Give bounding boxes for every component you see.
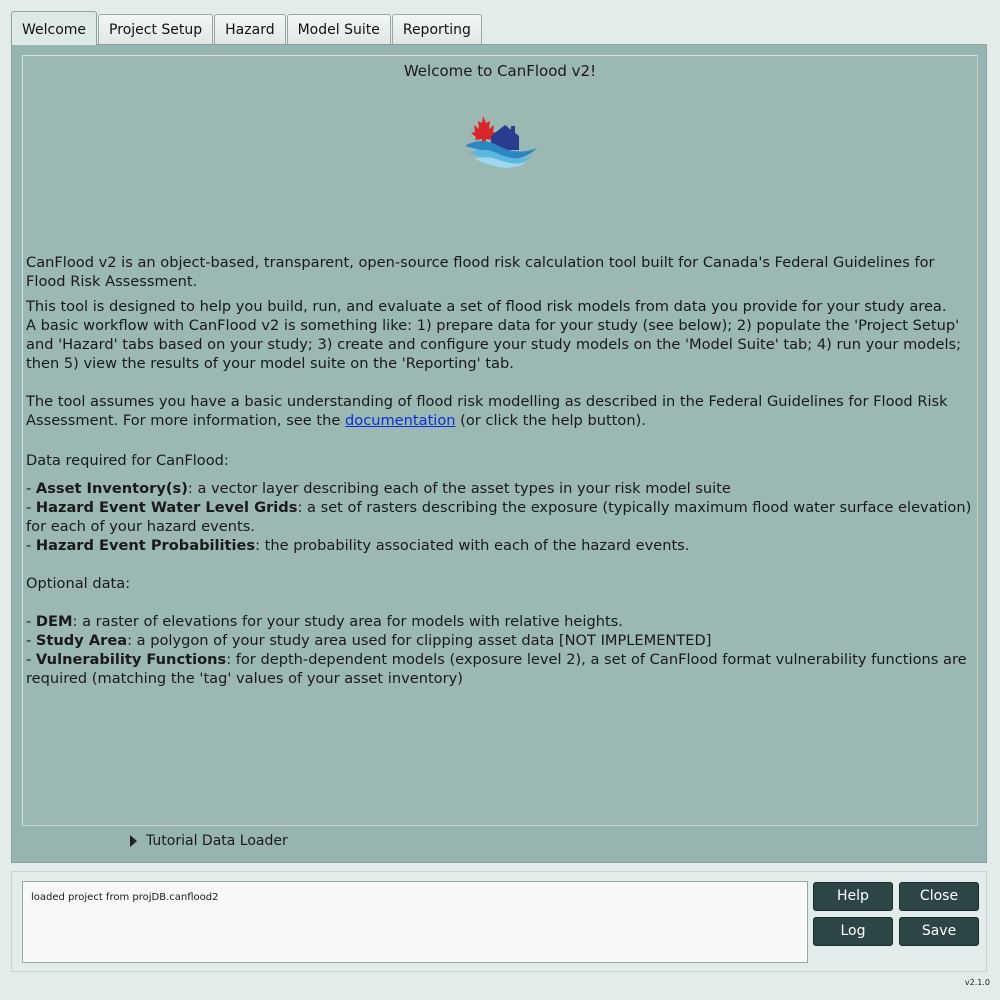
log-button[interactable]: Log <box>813 917 893 946</box>
save-button[interactable]: Save <box>899 917 979 946</box>
optional-heading: Optional data: <box>26 575 131 592</box>
tutorial-data-loader-label: Tutorial Data Loader <box>146 833 288 849</box>
tab-project-setup[interactable]: Project Setup <box>98 14 214 45</box>
optional-item-vulnerability-functions: - Vulnerability Functions: for depth-dep… <box>26 651 967 687</box>
optional-item-study-area: - Study Area: a polygon of your study ar… <box>26 632 712 649</box>
required-item-probabilities: - Hazard Event Probabilities: the probab… <box>26 537 690 554</box>
intro-paragraph: CanFlood v2 is an object-based, transpar… <box>26 254 935 290</box>
purpose-paragraph: This tool is designed to help you build,… <box>26 298 947 315</box>
log-textbox[interactable]: loaded project from projDB.canflood2 <box>22 881 808 963</box>
welcome-title: Welcome to CanFlood v2! <box>403 62 597 80</box>
tab-reporting[interactable]: Reporting <box>391 14 482 45</box>
optional-item-dem: - DEM: a raster of elevations for your s… <box>26 613 623 630</box>
bottom-panel: loaded project from projDB.canflood2 Hel… <box>11 871 987 972</box>
welcome-content[interactable]: Welcome to CanFlood v2! CanFlood v2 is a… <box>22 55 978 826</box>
tab-bar: Welcome Project Setup Hazard Model Suite… <box>11 11 483 45</box>
tab-hazard[interactable]: Hazard <box>214 14 286 45</box>
welcome-tab-panel: Welcome to CanFlood v2! CanFlood v2 is a… <box>11 44 987 863</box>
tab-model-suite[interactable]: Model Suite <box>286 14 391 45</box>
tab-welcome[interactable]: Welcome <box>11 11 98 45</box>
required-item-asset-inventory: - Asset Inventory(s): a vector layer des… <box>26 480 731 497</box>
assumptions-paragraph: The tool assumes you have a basic unders… <box>26 393 948 429</box>
required-heading: Data required for CanFlood: <box>26 452 229 469</box>
welcome-text: CanFlood v2 is an object-based, transpar… <box>26 253 974 688</box>
required-item-water-level-grids: - Hazard Event Water Level Grids: a set … <box>26 499 972 535</box>
expand-arrow-icon <box>130 835 137 847</box>
tutorial-data-loader-toggle[interactable]: Tutorial Data Loader <box>130 833 288 849</box>
canflood-logo <box>465 116 537 168</box>
workflow-paragraph: A basic workflow with CanFlood v2 is som… <box>26 317 962 372</box>
close-button[interactable]: Close <box>899 882 979 911</box>
documentation-link[interactable]: documentation <box>345 412 456 429</box>
version-label: v2.1.0 <box>964 978 990 987</box>
help-button[interactable]: Help <box>813 882 893 911</box>
